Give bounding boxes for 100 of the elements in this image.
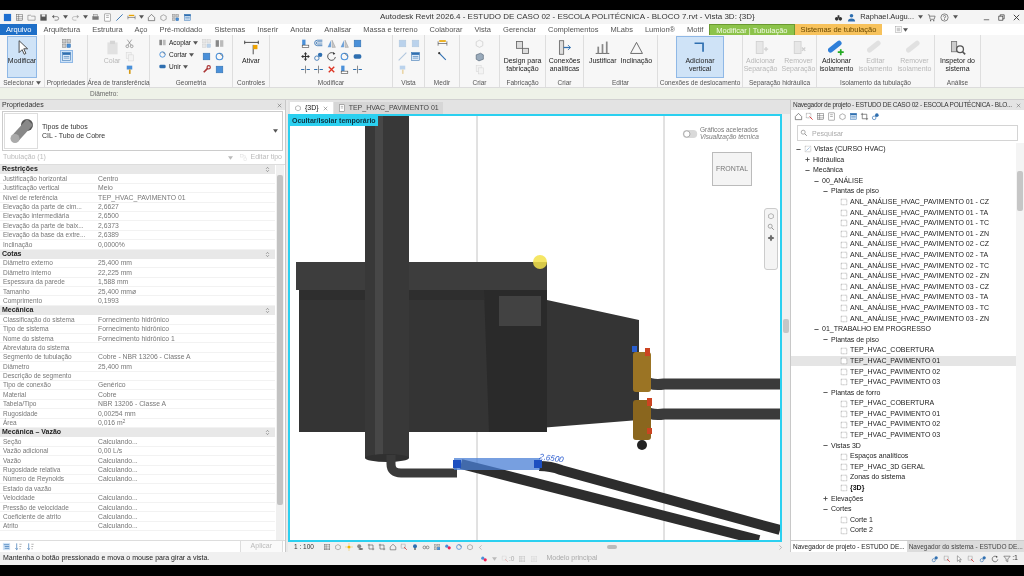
undo-icon[interactable]: [51, 12, 60, 22]
dimension-text[interactable]: 2,6500: [538, 452, 565, 465]
scrollbar-thumb[interactable]: [606, 545, 617, 549]
caret-icon[interactable]: [193, 40, 198, 45]
unite-icon[interactable]: [351, 51, 363, 62]
flag-icon[interactable]: [242, 39, 260, 56]
align-icon[interactable]: [299, 38, 311, 49]
caret-icon[interactable]: [953, 15, 958, 19]
worksets-icon[interactable]: [443, 543, 452, 551]
sheet-icon[interactable]: [337, 104, 346, 112]
cut-icon[interactable]: [214, 51, 225, 62]
scrollbar-thumb[interactable]: [1017, 171, 1023, 211]
move-icon[interactable]: [299, 51, 311, 62]
scissors-icon[interactable]: [123, 38, 135, 49]
sun-icon[interactable]: [344, 543, 353, 551]
square-icon[interactable]: [214, 64, 225, 75]
selection-icon[interactable]: [943, 554, 952, 563]
panels-icon[interactable]: [432, 543, 441, 551]
collapse-icon[interactable]: [264, 166, 271, 174]
arrow-left-icon[interactable]: [476, 543, 484, 551]
join-icon[interactable]: [157, 38, 167, 47]
link-icon[interactable]: [979, 554, 988, 563]
cart-icon[interactable]: [927, 12, 936, 22]
sheet-icon[interactable]: [103, 12, 112, 22]
cut-icon[interactable]: [338, 51, 350, 62]
box-icon[interactable]: [333, 543, 342, 551]
square-icon[interactable]: [201, 51, 212, 62]
binoculars-icon[interactable]: [834, 12, 844, 22]
unite-icon[interactable]: [157, 62, 167, 71]
selection-icon[interactable]: [805, 112, 814, 121]
wrench-icon[interactable]: [201, 64, 212, 75]
panels-icon[interactable]: [171, 12, 180, 22]
grid-icon[interactable]: [15, 12, 24, 22]
arrow-right-icon[interactable]: [777, 543, 784, 551]
caret-icon[interactable]: [139, 15, 144, 19]
navigation-bar[interactable]: [764, 208, 778, 270]
worksets-icon[interactable]: [480, 554, 488, 563]
house-icon[interactable]: [794, 112, 803, 121]
selection-icon[interactable]: [967, 554, 976, 563]
slope-icon[interactable]: [627, 39, 645, 56]
link-icon[interactable]: [312, 51, 324, 62]
box-icon[interactable]: [767, 212, 775, 220]
expander-icon[interactable]: [822, 506, 829, 513]
chart-icon[interactable]: [594, 39, 612, 56]
grid-icon[interactable]: [322, 543, 331, 551]
crop-icon[interactable]: [860, 112, 869, 121]
caret-icon[interactable]: [273, 129, 278, 133]
caret-icon[interactable]: [182, 64, 188, 69]
caret-icon[interactable]: [189, 52, 195, 57]
window-icon[interactable]: [849, 112, 858, 121]
dimension-icon[interactable]: [436, 38, 448, 49]
rotate-icon[interactable]: [325, 51, 337, 62]
caret-icon[interactable]: [63, 15, 68, 19]
shadow-icon[interactable]: [355, 543, 364, 551]
mirror-icon[interactable]: [325, 38, 337, 49]
cube-icon[interactable]: [474, 51, 485, 62]
scrollbar-thumb[interactable]: [783, 319, 789, 333]
pipe-icon[interactable]: [828, 39, 845, 56]
line-icon[interactable]: [115, 12, 124, 22]
split-icon[interactable]: [299, 64, 311, 75]
measure-icon[interactable]: [436, 51, 448, 62]
square-icon[interactable]: [351, 38, 363, 49]
sheet-icon[interactable]: [827, 112, 836, 121]
house-icon[interactable]: [388, 543, 397, 551]
caret-icon[interactable]: [918, 15, 923, 19]
scrollbar[interactable]: [1016, 143, 1024, 540]
panels-icon[interactable]: [60, 38, 72, 49]
scrollbar-thumb[interactable]: [277, 175, 283, 505]
window-icon[interactable]: [60, 51, 72, 62]
sort-icon[interactable]: [26, 542, 35, 551]
cursor-icon[interactable]: [955, 554, 964, 563]
link-icon[interactable]: [871, 112, 880, 121]
join-icon[interactable]: [214, 38, 225, 49]
align-icon[interactable]: [338, 64, 350, 75]
sort-icon[interactable]: [14, 542, 23, 551]
magnifier-icon[interactable]: [949, 39, 966, 56]
cut-icon[interactable]: [157, 50, 167, 59]
caret-icon[interactable]: [903, 27, 909, 32]
filter-icon[interactable]: [1003, 554, 1012, 563]
caret-icon[interactable]: [83, 15, 88, 19]
collapse-icon[interactable]: [264, 307, 271, 315]
expander-icon[interactable]: [804, 167, 811, 174]
save-icon[interactable]: [39, 12, 48, 22]
mirror-icon[interactable]: [338, 38, 350, 49]
expander-icon[interactable]: [822, 495, 829, 503]
collapse-icon[interactable]: [264, 429, 271, 437]
glasses-icon[interactable]: [421, 543, 430, 551]
link-icon[interactable]: [931, 554, 940, 563]
window-icon[interactable]: [409, 51, 421, 62]
box-icon[interactable]: [294, 104, 302, 112]
split-icon[interactable]: [312, 64, 324, 75]
bulb-icon[interactable]: [410, 543, 419, 551]
crop-icon[interactable]: [377, 543, 386, 551]
fabrication-icon[interactable]: [514, 39, 531, 56]
caret-icon[interactable]: [35, 80, 41, 85]
grid-icon[interactable]: [816, 112, 825, 121]
cut-icon[interactable]: [454, 543, 463, 551]
close-icon[interactable]: [1012, 12, 1021, 22]
categorize-icon[interactable]: [2, 542, 11, 551]
rotate-icon[interactable]: [991, 554, 1000, 563]
